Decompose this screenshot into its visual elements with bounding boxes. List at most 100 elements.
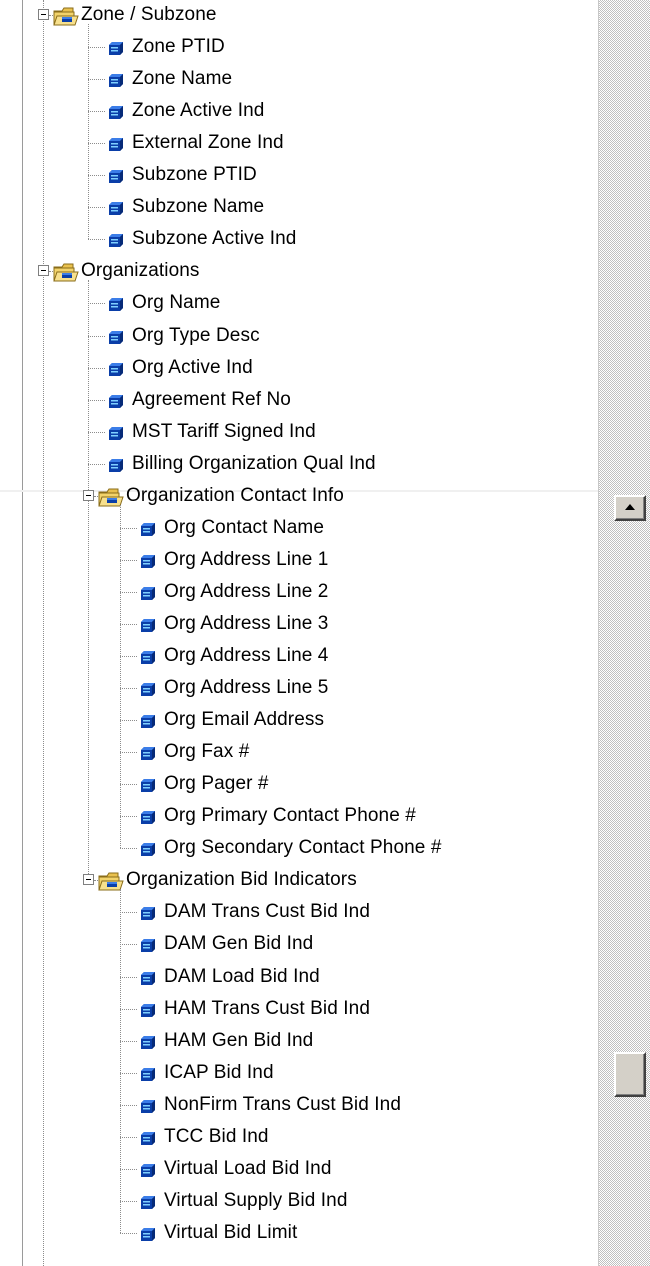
field-label: Subzone Name	[132, 196, 265, 218]
tree-connector-line	[120, 1072, 137, 1074]
scroll-up-arrow-icon	[625, 504, 635, 510]
tree-connector-line	[120, 1168, 137, 1170]
table-field-icon	[140, 1194, 156, 1209]
field-label: Agreement Ref No	[132, 388, 291, 410]
field-node-org-contact-name[interactable]: Org Contact Name	[0, 513, 590, 545]
field-node-virtual-load-bid-ind[interactable]: Virtual Load Bid Ind	[0, 1154, 590, 1186]
field-label: ICAP Bid Ind	[164, 1061, 274, 1083]
tree-connector-line	[120, 1040, 137, 1042]
field-label: Org Name	[132, 292, 221, 314]
table-field-icon	[140, 1130, 156, 1145]
field-node-ham-gen-bid-ind[interactable]: HAM Gen Bid Ind	[0, 1026, 590, 1058]
field-label: TCC Bid Ind	[164, 1125, 269, 1147]
table-field-icon	[108, 232, 124, 248]
field-label: Org Pager #	[164, 773, 269, 795]
collapse-minus-icon[interactable]	[38, 9, 49, 20]
tree-connector-line	[120, 527, 137, 529]
field-label: Billing Organization Qual Ind	[132, 452, 376, 474]
tree-connector-line	[120, 720, 137, 722]
table-field-icon	[108, 329, 124, 344]
collapse-minus-icon[interactable]	[83, 874, 94, 886]
tree-connector-line	[120, 559, 137, 561]
field-label: Virtual Bid Limit	[164, 1221, 298, 1243]
table-field-icon	[140, 713, 156, 729]
table-field-icon	[140, 1034, 156, 1049]
group-label: Zone / Subzone	[81, 4, 217, 25]
group-label: Organizations	[81, 260, 200, 282]
tree-connector-line	[120, 889, 121, 1233]
scroll-up-button[interactable]	[614, 495, 646, 521]
field-label: DAM Trans Cust Bid Ind	[164, 901, 370, 923]
table-field-icon	[140, 1098, 156, 1113]
tree-connector-line	[120, 1136, 137, 1138]
tree-connector-line	[120, 1200, 137, 1202]
field-label: Virtual Supply Bid Ind	[164, 1189, 348, 1211]
table-field-icon	[140, 777, 156, 793]
field-label: MST Tariff Signed Ind	[132, 420, 316, 442]
tree-connector-line	[88, 335, 105, 337]
field-node-icap-bid-ind[interactable]: ICAP Bid Ind	[0, 1058, 590, 1090]
field-label: Zone Active Ind	[132, 100, 265, 122]
table-field-icon	[140, 937, 156, 953]
tree-connector-line	[120, 912, 137, 914]
table-field-icon	[108, 361, 124, 376]
table-field-icon	[108, 104, 124, 120]
field-node-org-fax[interactable]: Org Fax #	[0, 737, 590, 769]
table-field-icon	[108, 168, 124, 184]
tree-connector-line	[88, 47, 105, 49]
field-label: Org Fax #	[164, 741, 250, 763]
field-label: Subzone Active Ind	[132, 228, 297, 250]
field-node-org-address-line-1[interactable]: Org Address Line 1	[0, 545, 590, 577]
collapse-minus-icon[interactable]	[83, 489, 94, 501]
table-field-icon	[108, 72, 124, 88]
table-field-icon	[108, 200, 124, 216]
tree-connector-line	[88, 239, 105, 241]
tree-connector-line	[120, 944, 137, 946]
field-node-dam-load-bid-ind[interactable]: DAM Load Bid Ind	[0, 962, 590, 994]
tree-connector-line	[88, 303, 105, 305]
field-label: Zone Name	[132, 68, 233, 90]
table-field-icon	[140, 681, 156, 697]
table-field-icon	[140, 970, 156, 985]
field-node-org-email-address[interactable]: Org Email Address	[0, 705, 590, 737]
table-field-icon	[108, 393, 124, 408]
open-folder-icon	[53, 5, 79, 27]
scroll-thumb[interactable]	[614, 1052, 646, 1097]
field-node-virtual-bid-limit[interactable]: Virtual Bid Limit	[0, 1218, 590, 1250]
table-field-icon	[140, 521, 156, 536]
field-node-org-address-line-3[interactable]: Org Address Line 3	[0, 609, 590, 641]
tree-connector-line	[88, 367, 105, 369]
field-node-nonfirm-trans-cust-bid-ind[interactable]: NonFirm Trans Cust Bid Ind	[0, 1090, 590, 1122]
collapse-minus-icon[interactable]	[38, 265, 49, 277]
group-node-organization-contact-info[interactable]: Organization Contact Info	[0, 481, 590, 513]
table-field-icon	[140, 1002, 156, 1017]
table-field-icon	[140, 649, 156, 664]
field-node-org-secondary-contact-phone[interactable]: Org Secondary Contact Phone #	[0, 833, 590, 865]
field-node-org-address-line-4[interactable]: Org Address Line 4	[0, 641, 590, 673]
field-node-tcc-bid-ind[interactable]: TCC Bid Ind	[0, 1122, 590, 1154]
tree-connector-line	[120, 1232, 137, 1234]
field-label: Org Secondary Contact Phone #	[164, 837, 442, 859]
tree-connector-line	[120, 591, 137, 593]
field-tree[interactable]: Zone / Subzone Zone PTID Zone Name Zone Act…	[0, 0, 598, 1266]
field-node-dam-gen-bid-ind[interactable]: DAM Gen Bid Ind	[0, 929, 590, 961]
field-label: Org Address Line 4	[164, 645, 329, 666]
table-field-icon	[140, 809, 156, 825]
field-label: Virtual Load Bid Ind	[164, 1157, 332, 1179]
field-node-org-address-line-5[interactable]: Org Address Line 5	[0, 673, 590, 705]
field-node-ham-trans-cust-bid-ind[interactable]: HAM Trans Cust Bid Ind	[0, 994, 590, 1026]
field-node-dam-trans-cust-bid-ind[interactable]: DAM Trans Cust Bid Ind	[0, 897, 590, 929]
tree-connector-line	[88, 463, 105, 465]
tree-connector-line	[120, 976, 137, 978]
table-field-icon	[108, 136, 124, 152]
field-node-org-primary-contact-phone[interactable]: Org Primary Contact Phone #	[0, 801, 590, 833]
field-node-org-address-line-2[interactable]: Org Address Line 2	[0, 577, 590, 609]
field-label: Org Address Line 2	[164, 580, 329, 602]
field-node-org-pager[interactable]: Org Pager #	[0, 769, 590, 801]
group-node-organization-bid-indicators[interactable]: Organization Bid Indicators	[0, 865, 590, 897]
field-label: Org Address Line 3	[164, 612, 329, 634]
tree-connector-line	[120, 752, 137, 754]
field-node-virtual-supply-bid-ind[interactable]: Virtual Supply Bid Ind	[0, 1186, 590, 1218]
tree-connector-line	[88, 24, 89, 240]
table-field-icon	[140, 1066, 156, 1081]
